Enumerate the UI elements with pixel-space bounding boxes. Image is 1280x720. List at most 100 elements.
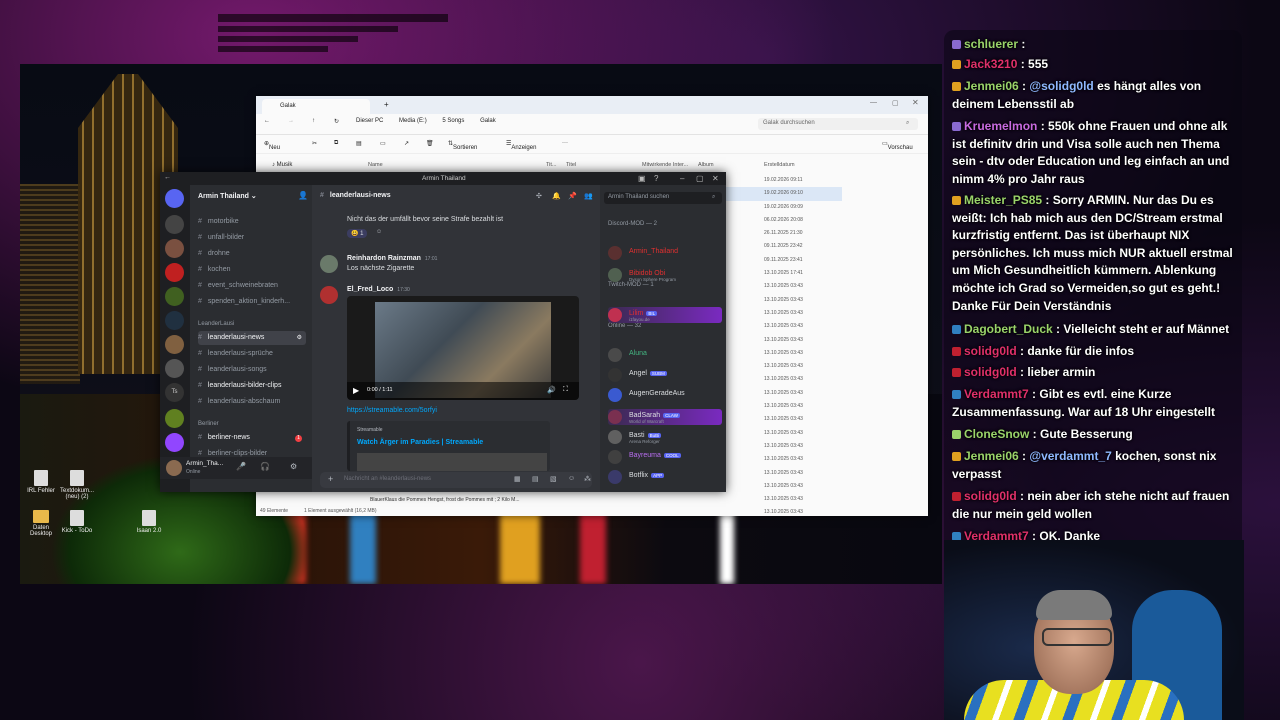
video-player[interactable]: ▶ 0:00 / 1:11 🔊 ⛶ <box>347 296 579 400</box>
discord-home-icon[interactable] <box>165 189 184 208</box>
file-row[interactable]: 13.10.2025 03:43 <box>722 334 842 347</box>
file-row[interactable]: 13.10.2025 03:43 <box>722 480 842 493</box>
breadcrumb-item[interactable]: Media (E:) <box>399 118 427 124</box>
message-input[interactable]: + Nachricht an #leanderlausi-news ▦ ▤ ▧ … <box>320 472 592 488</box>
preview-button[interactable]: ▭ Vorschau <box>882 140 913 151</box>
close-icon[interactable]: ✕ <box>912 98 919 107</box>
view-button[interactable]: ☰ Anzeigen <box>506 140 536 151</box>
avatar[interactable] <box>166 460 182 476</box>
chat-username[interactable]: solidg0ld <box>964 344 1017 358</box>
file-row[interactable]: 13.10.2025 03:43 <box>722 467 842 480</box>
sidebar-item-music[interactable]: ♪ Musik <box>272 162 292 168</box>
desktop-icon[interactable]: Daten Desktop <box>24 510 58 537</box>
column-header[interactable]: Album <box>698 162 714 168</box>
channel-leanderlausi-songs[interactable]: # leanderlausi-songs <box>198 363 306 377</box>
close-icon[interactable]: ✕ <box>712 174 719 183</box>
sticker-icon[interactable]: ▧ <box>550 475 557 483</box>
column-header[interactable]: Erstelldatum <box>764 162 795 168</box>
file-row[interactable]: 13.10.2025 03:43 <box>722 427 842 440</box>
member-item[interactable]: Bibidob Obi Dyson Sphere Program <box>608 267 722 283</box>
headphones-icon[interactable]: 🎧 <box>260 462 270 471</box>
file-row[interactable]: 19.02.2026 09:10 <box>722 187 842 201</box>
file-row[interactable]: 13.10.2025 03:43 <box>722 347 842 360</box>
member-item[interactable]: Aluna <box>608 347 722 363</box>
chat-username[interactable]: Jenmei06 <box>964 79 1019 93</box>
cut-icon[interactable]: ✂ <box>312 140 317 147</box>
members-icon[interactable]: 👥 <box>584 192 593 200</box>
channel-unfall-bilder[interactable]: # unfall-bilder <box>198 231 306 245</box>
microphone-icon[interactable]: 🎤 <box>236 462 246 471</box>
channel-spenden-aktion[interactable]: # spenden_aktion_kinderh... <box>198 295 306 309</box>
settings-icon[interactable]: ⚙ <box>297 331 302 345</box>
add-attachment-icon[interactable]: + <box>328 474 333 484</box>
rename-icon[interactable]: ▭ <box>380 140 386 147</box>
copy-icon[interactable]: ⧉ <box>334 140 338 147</box>
category-leanderlausi[interactable]: LeanderLausi <box>198 321 234 327</box>
minimize-icon[interactable]: — <box>870 99 877 106</box>
channel-leanderlausi-abschaum[interactable]: # leanderlausi-abschaum <box>198 395 306 409</box>
server-icon[interactable] <box>165 409 184 428</box>
file-row[interactable]: 13.10.2025 03:43 <box>722 280 842 293</box>
threads-icon[interactable]: ✣ <box>536 192 542 200</box>
back-arrow-icon[interactable]: ← <box>164 174 171 181</box>
gif-icon[interactable]: ▤ <box>532 475 539 483</box>
member-item[interactable]: AugenGeradeAus <box>608 387 722 403</box>
file-row[interactable]: 06.02.2026 20:08 <box>722 214 842 227</box>
server-icon[interactable] <box>165 215 184 234</box>
column-header[interactable]: Titel <box>566 162 576 168</box>
server-icon[interactable] <box>165 335 184 354</box>
author-name[interactable]: El_Fred_Loco <box>347 286 393 293</box>
member-search-input[interactable]: Armin Thailand suchen ⌕ <box>604 192 722 204</box>
guild-name[interactable]: Armin Thailand ⌄ <box>198 192 257 200</box>
member-item[interactable]: Bayreuma COOL <box>608 449 722 465</box>
file-row[interactable]: 13.10.2025 03:43 <box>722 413 842 426</box>
breadcrumb-item[interactable]: Dieser PC <box>356 118 383 124</box>
breadcrumb-item[interactable]: Galak <box>480 118 496 124</box>
desktop-icon[interactable]: Kick - ToDo <box>60 510 94 534</box>
chat-username[interactable]: Jenmei06 <box>964 449 1019 463</box>
fullscreen-icon[interactable]: ⛶ <box>563 386 568 394</box>
forward-arrow-icon[interactable]: → <box>288 118 294 124</box>
explorer-search-input[interactable]: Galak durchsuchen ⌕ <box>758 118 918 130</box>
share-icon[interactable]: ↗ <box>404 140 409 147</box>
member-item[interactable]: Lilim BIL i1fayou.de <box>608 307 722 323</box>
play-icon[interactable]: ▶ <box>353 386 359 395</box>
chat-username[interactable]: Meister_PS85 <box>964 193 1042 207</box>
new-button[interactable]: ⊕ Neu <box>264 140 280 151</box>
chat-username[interactable]: solidg0ld <box>964 489 1017 503</box>
chat-username[interactable]: Verdammt7 <box>964 387 1029 401</box>
chat-username[interactable]: CloneSnow <box>964 427 1029 441</box>
delete-icon[interactable]: 🗑 <box>426 140 434 147</box>
explorer-tab[interactable]: Galak <box>262 99 370 114</box>
desktop-icon[interactable]: Isaan 2.0 <box>132 510 166 534</box>
breadcrumb-item[interactable]: 5 Songs <box>442 118 464 124</box>
chat-username[interactable]: Jack3210 <box>964 57 1017 71</box>
bell-icon[interactable]: 🔔 <box>552 192 561 200</box>
file-row[interactable]: 13.10.2025 03:43 <box>722 440 842 453</box>
channel-kochen[interactable]: # kochen <box>198 263 306 277</box>
sort-button[interactable]: ⇅ Sortieren <box>448 140 477 151</box>
file-row[interactable]: 09.11.2025 23:42 <box>722 240 842 253</box>
avatar[interactable] <box>320 255 338 273</box>
inbox-icon[interactable]: ▣ <box>638 174 646 183</box>
more-icon[interactable]: ··· <box>562 140 568 146</box>
category-berliner[interactable]: Berliner <box>198 421 219 427</box>
chat-username[interactable]: Kruemelmon <box>964 119 1037 133</box>
refresh-icon[interactable]: ↻ <box>334 118 339 125</box>
minimize-icon[interactable]: – <box>680 174 684 183</box>
channel-event-schweinebraten[interactable]: # event_schweinebraten <box>198 279 306 293</box>
file-row[interactable]: 13.10.2025 03:43 <box>722 387 842 400</box>
file-row[interactable]: 13.10.2025 03:43 <box>722 400 842 413</box>
column-header[interactable]: Tit... <box>546 162 557 168</box>
file-row[interactable]: 13.10.2025 03:43 <box>722 294 842 307</box>
message-link[interactable]: https://streamable.com/5orfyi <box>347 407 437 414</box>
file-row[interactable]: 13.10.2025 03:43 <box>722 360 842 373</box>
member-item[interactable]: BadSarah CLAW World of Warcraft <box>608 409 722 425</box>
file-row[interactable]: 19.02.2026 09:11 <box>722 174 842 187</box>
server-icon[interactable] <box>165 287 184 306</box>
chat-username[interactable]: Dagobert_Duck <box>964 322 1053 336</box>
reaction[interactable]: 😃 1 <box>347 229 368 238</box>
author-name[interactable]: Reinhardon Rainzman <box>347 255 421 262</box>
channel-motorbike[interactable]: # motorbike <box>198 215 306 229</box>
channel-drohne[interactable]: # drohne <box>198 247 306 261</box>
